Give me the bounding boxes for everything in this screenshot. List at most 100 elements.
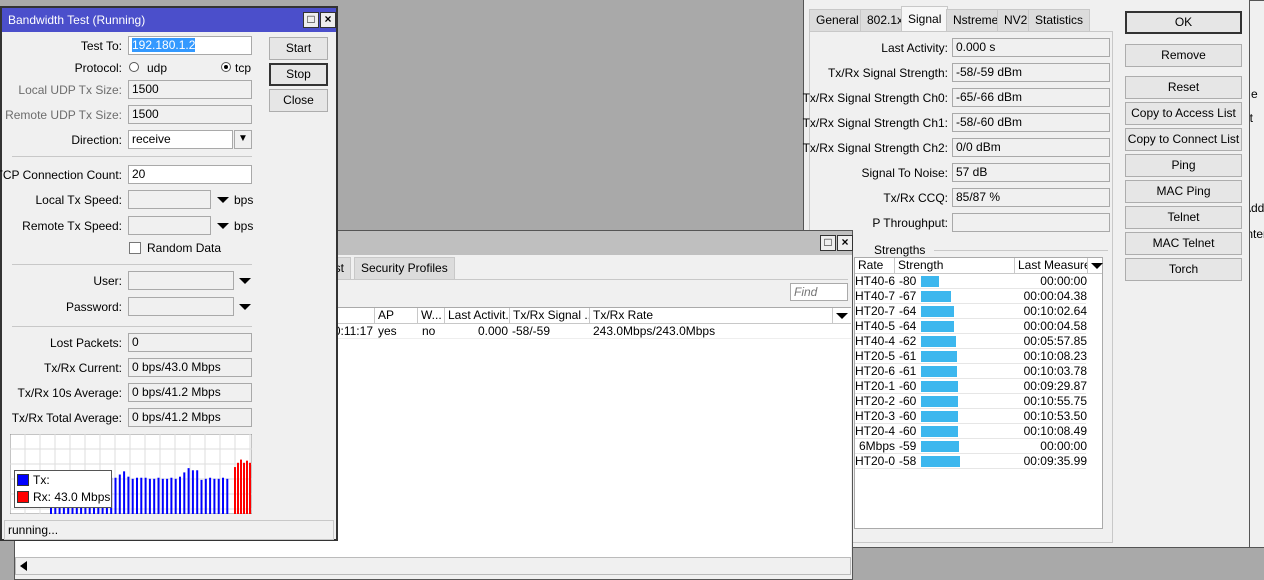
tcp-count-label: TCP Connection Count: xyxy=(0,168,122,182)
mac-telnet-button[interactable]: MAC Telnet xyxy=(1125,232,1242,255)
strength-bar xyxy=(921,396,958,407)
remove-button[interactable]: Remove xyxy=(1125,44,1242,67)
tx-bar xyxy=(209,477,212,514)
field-value: -65/-66 dBm xyxy=(952,88,1110,107)
start-button[interactable]: Start xyxy=(269,37,328,60)
tcp-radio[interactable] xyxy=(221,62,231,72)
cell-strength: -80 xyxy=(899,274,917,288)
scroll-left-icon[interactable] xyxy=(20,561,27,571)
table-row[interactable]: HT20-2 -60 00:10:55.75 xyxy=(855,394,1087,409)
maximize-icon[interactable]: □ xyxy=(820,235,836,251)
tx-bar xyxy=(131,478,134,514)
field-label: Signal To Noise: xyxy=(861,166,949,180)
tx-bar xyxy=(174,478,177,514)
table-row[interactable]: HT40-4 -62 00:05:57.85 xyxy=(855,334,1087,349)
tx-color-swatch xyxy=(17,474,29,486)
tab-statistics[interactable]: Statistics xyxy=(1028,9,1091,31)
remote-tx-input[interactable] xyxy=(128,216,211,235)
table-row[interactable]: HT20-6 -61 00:10:03.78 xyxy=(855,364,1087,379)
status-bar: running... xyxy=(4,520,334,540)
cell-strength: -60 xyxy=(899,424,917,438)
bandwidth-test-window: Bandwidth Test (Running) □ × Test To: 19… xyxy=(0,6,338,541)
column-last-measured[interactable]: Last Measured xyxy=(1015,258,1088,274)
tx-bar xyxy=(118,474,121,514)
rx-bar xyxy=(246,460,248,514)
remote-udp-input[interactable]: 1500 xyxy=(128,105,252,124)
table-row[interactable]: HT20-4 -60 00:10:08.49 xyxy=(855,424,1087,439)
table-row[interactable]: HT20-5 -61 00:10:08.23 xyxy=(855,349,1087,364)
tab-security-profiles[interactable]: Security Profiles xyxy=(354,257,455,279)
field-label: Tx/Rx Signal Strength Ch0: xyxy=(802,91,948,105)
close-button[interactable]: Close xyxy=(269,89,328,112)
cell-last-measured: 00:00:00 xyxy=(1040,274,1087,288)
table-row[interactable]: HT20-7 -64 00:10:02.64 xyxy=(855,304,1087,319)
table-row[interactable]: HT40-7 -67 00:00:04.38 xyxy=(855,289,1087,304)
rx-color-swatch xyxy=(17,491,29,503)
cell-rate: HT20-0 xyxy=(855,454,895,468)
title-bar[interactable]: Bandwidth Test (Running) xyxy=(2,8,336,32)
close-icon[interactable]: × xyxy=(837,235,853,251)
table-row[interactable]: HT20-0 -58 00:09:35.99 xyxy=(855,454,1087,469)
strength-bar xyxy=(921,381,958,392)
udp-radio[interactable] xyxy=(129,62,139,72)
rx-bar xyxy=(243,462,245,514)
total-avg-value: 0 bps/41.2 Mbps xyxy=(128,408,252,427)
column-strength[interactable]: Strength xyxy=(895,258,1015,274)
strength-bar xyxy=(921,366,957,377)
column-last-activity[interactable]: Last Activit... xyxy=(445,308,510,324)
tx-bar xyxy=(183,472,186,514)
column-menu-icon[interactable] xyxy=(836,313,848,319)
rx-bar xyxy=(240,459,242,514)
password-dropdown-icon[interactable] xyxy=(239,304,251,310)
stop-button[interactable]: Stop xyxy=(269,63,328,86)
cell-rate: HT40-6 xyxy=(855,274,895,288)
column-menu-icon[interactable] xyxy=(1091,263,1103,269)
user-input[interactable] xyxy=(128,271,234,290)
torch-button[interactable]: Torch xyxy=(1125,258,1242,281)
password-input[interactable] xyxy=(128,297,234,316)
telnet-button[interactable]: Telnet xyxy=(1125,206,1242,229)
direction-select[interactable]: receive xyxy=(128,130,233,149)
test-to-input[interactable]: 192.180.1.2 xyxy=(128,36,252,55)
table-row[interactable]: HT40-5 -64 00:00:04.58 xyxy=(855,319,1087,334)
column-rate[interactable]: Rate xyxy=(855,258,895,274)
tcp-label: tcp xyxy=(235,61,252,75)
local-tx-dropdown-icon[interactable] xyxy=(217,197,229,203)
horizontal-scrollbar[interactable] xyxy=(15,557,851,575)
user-dropdown-icon[interactable] xyxy=(239,278,251,284)
local-udp-input[interactable]: 1500 xyxy=(128,80,252,99)
table-row[interactable]: HT40-6 -80 00:00:00 xyxy=(855,274,1087,289)
cell-last-measured: 00:10:53.50 xyxy=(1023,409,1087,423)
local-tx-input[interactable] xyxy=(128,190,211,209)
ok-button[interactable]: OK xyxy=(1125,11,1242,34)
field-value: 0/0 dBm xyxy=(952,138,1110,157)
table-row[interactable]: HT20-1 -60 00:09:29.87 xyxy=(855,379,1087,394)
column-ap[interactable]: AP xyxy=(375,308,418,324)
column-signal[interactable]: Tx/Rx Signal ... xyxy=(510,308,590,324)
field-value: 57 dB xyxy=(952,163,1110,182)
tcp-count-input[interactable]: 20 xyxy=(128,165,252,184)
tab-signal[interactable]: Signal xyxy=(901,6,949,31)
table-row[interactable]: HT20-3 -60 00:10:53.50 xyxy=(855,409,1087,424)
column-wds[interactable]: W... xyxy=(418,308,445,324)
maximize-icon[interactable]: □ xyxy=(303,12,319,28)
direction-dropdown-icon[interactable]: ▼ xyxy=(234,130,252,149)
find-input[interactable] xyxy=(790,283,848,301)
random-data-checkbox[interactable] xyxy=(129,242,141,254)
avg10-value: 0 bps/41.2 Mbps xyxy=(128,383,252,402)
strengths-title: Strengths xyxy=(874,243,926,257)
strength-bar xyxy=(921,306,954,317)
copy-to-connect-list-button[interactable]: Copy to Connect List xyxy=(1125,128,1242,151)
column-rate[interactable]: Tx/Rx Rate xyxy=(590,308,833,324)
remote-tx-dropdown-icon[interactable] xyxy=(217,223,229,229)
copy-to-access-list-button[interactable]: Copy to Access List xyxy=(1125,102,1242,125)
reset-button[interactable]: Reset xyxy=(1125,76,1242,99)
field-label: Tx/Rx Signal Strength Ch2: xyxy=(802,141,948,155)
ping-button[interactable]: Ping xyxy=(1125,154,1242,177)
field-label: Tx/Rx Signal Strength Ch1: xyxy=(802,116,948,130)
mac-ping-button[interactable]: MAC Ping xyxy=(1125,180,1242,203)
tab-general[interactable]: General xyxy=(809,9,866,31)
table-row[interactable]: 6Mbps -59 00:00:00 xyxy=(855,439,1087,454)
cell-rate: HT20-4 xyxy=(855,424,895,438)
close-icon[interactable]: × xyxy=(320,12,336,28)
